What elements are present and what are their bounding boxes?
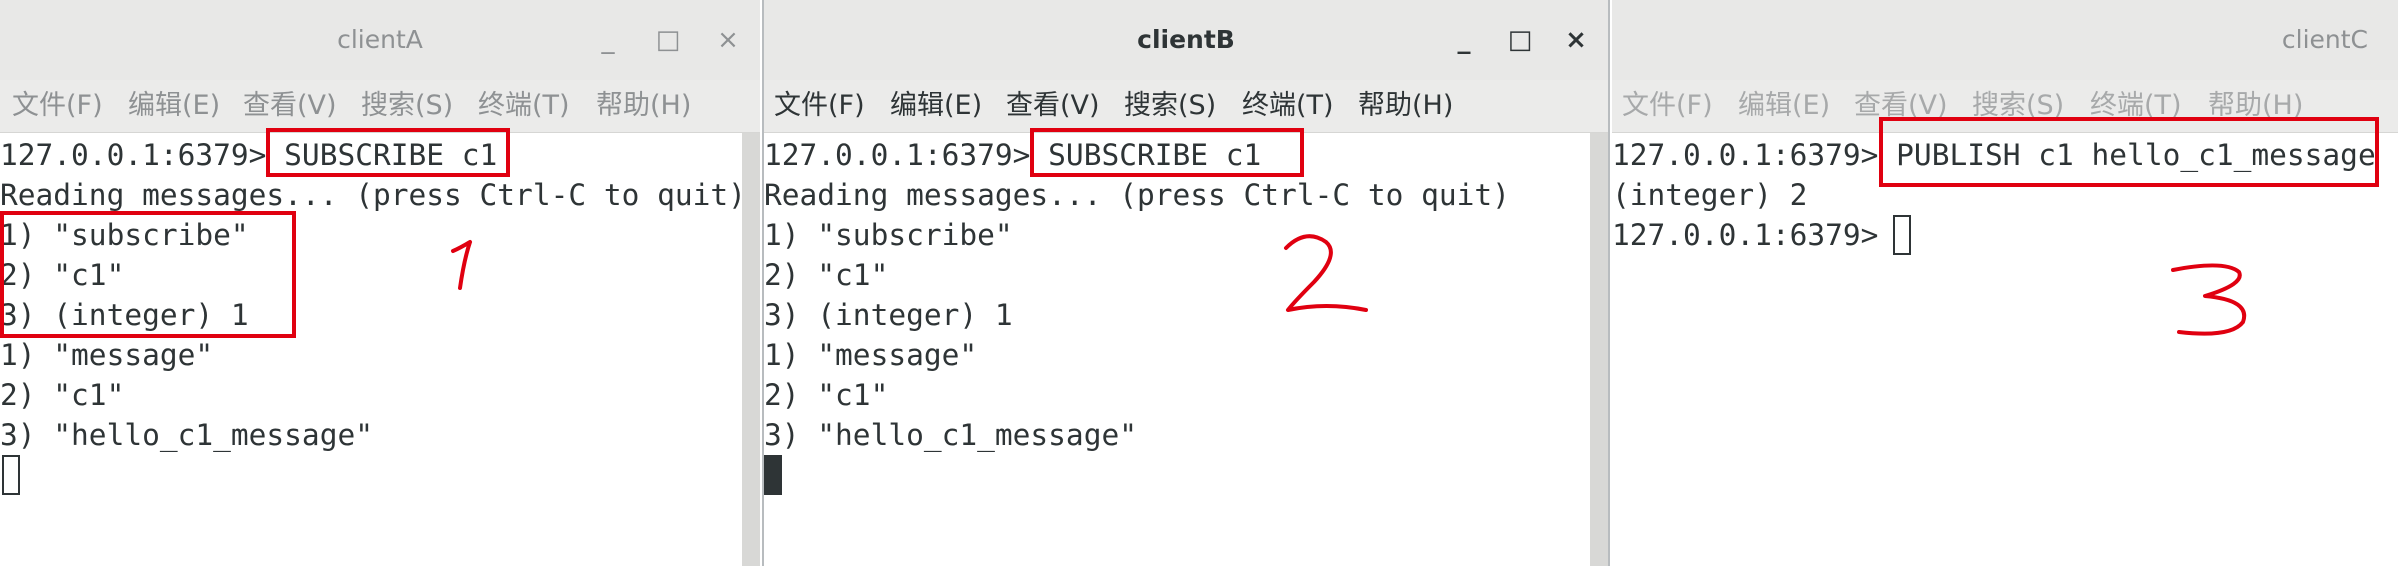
- terminal-line: (integer) 2: [1612, 178, 1808, 212]
- terminal-line: 2) "c1": [0, 378, 125, 412]
- terminal-cursor: [2, 455, 20, 495]
- window-title: clientA: [337, 25, 423, 54]
- window-title: clientC: [2281, 25, 2368, 54]
- menu-file[interactable]: 文件(F): [774, 80, 865, 132]
- title-bar[interactable]: clientB _ □ ×: [764, 0, 1608, 81]
- minimize-button[interactable]: _: [1444, 20, 1484, 60]
- menu-bar: 文件(F) 编辑(E) 查看(V) 搜索(S) 终端(T) 帮助(H): [764, 80, 1608, 133]
- menu-search[interactable]: 搜索(S): [1124, 80, 1216, 132]
- maximize-button[interactable]: □: [648, 20, 688, 60]
- menu-view[interactable]: 查看(V): [1006, 80, 1100, 132]
- menu-terminal[interactable]: 终端(T): [478, 80, 570, 132]
- highlight-box-subscribe-reply: [0, 211, 296, 338]
- terminal-window-clientB[interactable]: clientB _ □ × 文件(F) 编辑(E) 查看(V) 搜索(S) 终端…: [762, 0, 1610, 566]
- terminal-line: 1) "subscribe": [764, 218, 1013, 252]
- menu-file[interactable]: 文件(F): [1622, 80, 1713, 132]
- terminal-output[interactable]: 127.0.0.1:6379> PUBLISH c1 hello_c1_mess…: [1612, 133, 2398, 566]
- terminal-window-clientC[interactable]: clientC 文件(F) 编辑(E) 查看(V) 搜索(S) 终端(T) 帮助…: [1612, 0, 2398, 566]
- terminal-line: 2) "c1": [764, 258, 889, 292]
- terminal-cursor: [1893, 215, 1911, 255]
- menu-edit[interactable]: 编辑(E): [1738, 80, 1830, 132]
- menu-search[interactable]: 搜索(S): [361, 80, 453, 132]
- minimize-button[interactable]: _: [588, 20, 628, 60]
- menu-edit[interactable]: 编辑(E): [128, 80, 220, 132]
- terminal-line: 1) "message": [764, 338, 978, 372]
- highlight-box-subscribe-a: [266, 128, 510, 177]
- close-button[interactable]: ×: [708, 20, 748, 60]
- terminal-output[interactable]: 127.0.0.1:6379> SUBSCRIBE c1 Reading mes…: [0, 133, 746, 566]
- terminal-line: Reading messages... (press Ctrl-C to qui…: [764, 178, 1510, 212]
- title-bar[interactable]: clientC: [1612, 0, 2398, 81]
- menu-help[interactable]: 帮助(H): [1358, 80, 1453, 132]
- menu-bar: 文件(F) 编辑(E) 查看(V) 搜索(S) 终端(T) 帮助(H): [0, 80, 760, 133]
- highlight-box-subscribe-b: [1030, 128, 1304, 177]
- menu-view[interactable]: 查看(V): [243, 80, 337, 132]
- menu-edit[interactable]: 编辑(E): [890, 80, 982, 132]
- maximize-button[interactable]: □: [1500, 20, 1540, 60]
- close-button[interactable]: ×: [1556, 20, 1596, 60]
- scrollbar[interactable]: [742, 133, 760, 566]
- title-bar[interactable]: clientA _ □ ×: [0, 0, 760, 81]
- menu-file[interactable]: 文件(F): [12, 80, 103, 132]
- menu-help[interactable]: 帮助(H): [596, 80, 691, 132]
- terminal-line: Reading messages... (press Ctrl-C to qui…: [0, 178, 746, 212]
- desktop: { "menu": ["文件(F)", "编辑(E)", "查看(V)", "搜…: [0, 0, 2398, 566]
- terminal-output[interactable]: 127.0.0.1:6379> SUBSCRIBE c1 Reading mes…: [764, 133, 1588, 566]
- annotation-mark-1: 1: [451, 240, 472, 290]
- annotation-mark-2: 2: [1284, 234, 1368, 312]
- terminal-line: 3) "hello_c1_message": [764, 418, 1137, 452]
- terminal-line: 1) "message": [0, 338, 214, 372]
- scrollbar[interactable]: [1590, 133, 1608, 566]
- terminal-cursor: [764, 455, 782, 495]
- terminal-line: 2) "c1": [764, 378, 889, 412]
- menu-terminal[interactable]: 终端(T): [1242, 80, 1334, 132]
- terminal-line: 127.0.0.1:6379>: [1612, 218, 1897, 252]
- terminal-line: 3) "hello_c1_message": [0, 418, 373, 452]
- terminal-line: 3) (integer) 1: [764, 298, 1013, 332]
- highlight-box-publish: [1879, 117, 2379, 187]
- annotation-mark-3: 3: [2171, 263, 2247, 336]
